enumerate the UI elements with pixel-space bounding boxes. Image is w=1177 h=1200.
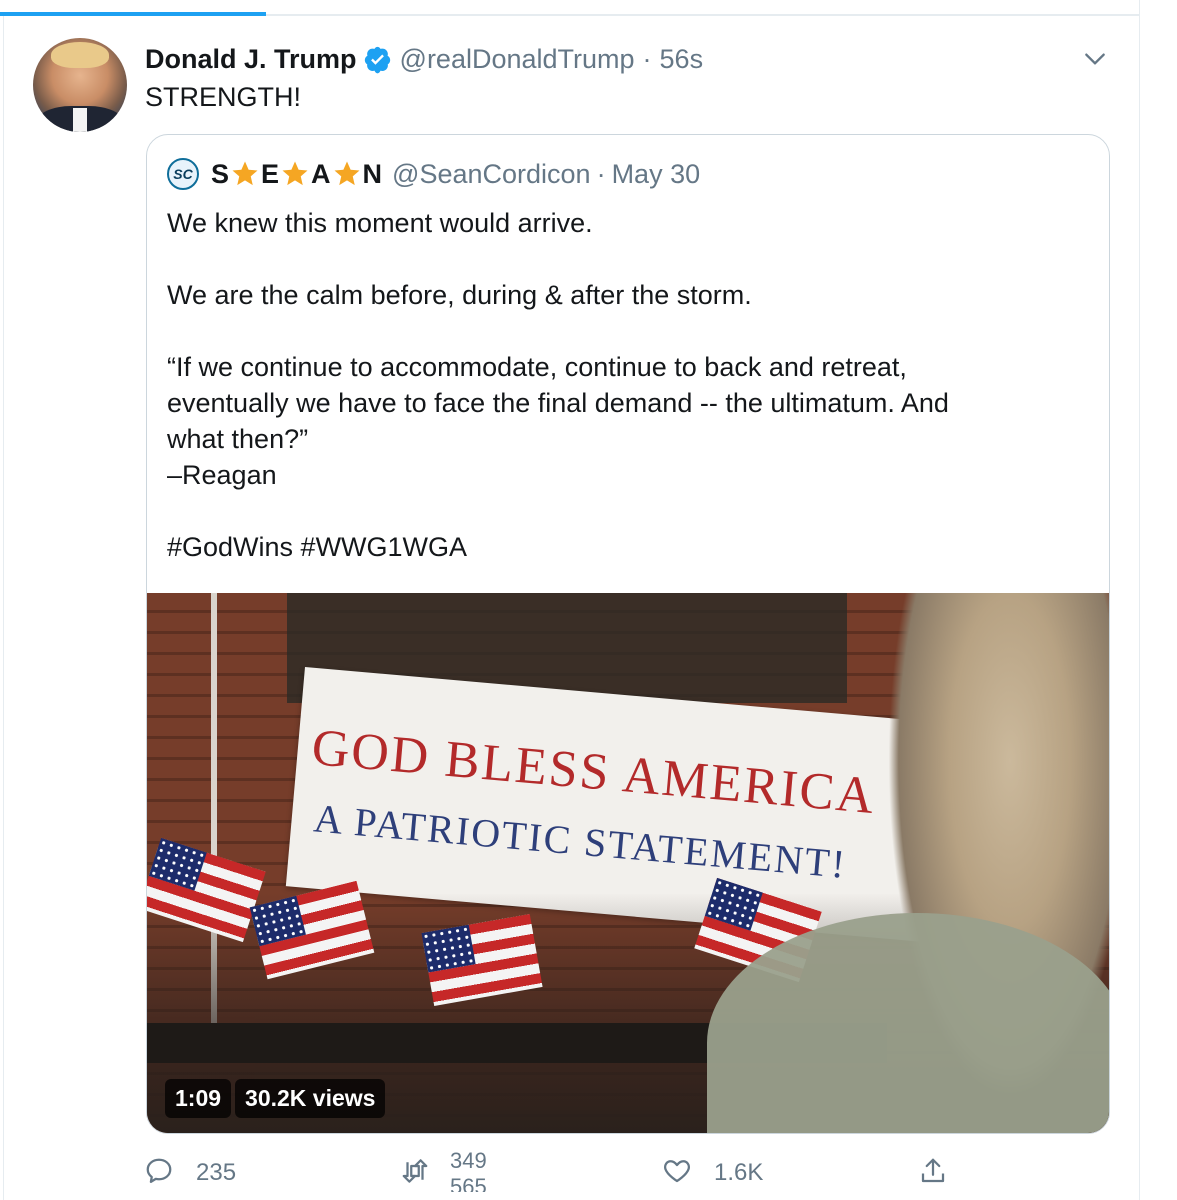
reply-count: 235 <box>196 1159 237 1186</box>
quote-line: –Reagan <box>167 460 277 490</box>
author-avatar[interactable] <box>33 38 127 132</box>
author-name[interactable]: Donald J. Trump <box>145 44 357 75</box>
verified-badge-icon <box>363 45 392 74</box>
quoted-tweet[interactable]: SC S E A N @SeanCordicon · May 30 We kne… <box>146 134 1110 1134</box>
retweet-button[interactable]: 349 565 <box>400 1148 487 1192</box>
retweet-icon <box>400 1156 430 1191</box>
tweet-timestamp[interactable]: 56s <box>660 44 704 75</box>
video-views: 30.2K views <box>235 1079 386 1118</box>
hashtags[interactable]: #GodWins #WWG1WGA <box>167 529 1087 565</box>
like-count: 1.6K <box>714 1159 764 1186</box>
share-icon <box>918 1156 948 1191</box>
quoted-author-avatar[interactable]: SC <box>167 158 199 190</box>
video-player[interactable]: GOD BLESS AMERICA A PATRIOTIC STATEMENT!… <box>147 593 1109 1133</box>
name-letter: S <box>211 158 230 189</box>
quoted-tweet-date[interactable]: May 30 <box>612 159 701 190</box>
separator-dot: · <box>596 158 606 189</box>
tweet-text: STRENGTH! <box>145 82 302 112</box>
heart-icon <box>662 1156 692 1191</box>
tweet-header: Donald J. Trump @realDonaldTrump · 56s <box>145 42 703 76</box>
quoted-author-name[interactable]: S E A N <box>211 159 382 190</box>
star-icon <box>332 159 362 189</box>
video-duration: 1:09 <box>165 1079 232 1118</box>
star-icon <box>230 159 260 189</box>
quote-line: We are the calm before, during & after t… <box>167 280 752 310</box>
quote-line: “If we continue to accommodate, continue… <box>167 352 907 382</box>
quote-line: what then?” <box>167 424 309 454</box>
star-icon <box>280 159 310 189</box>
reply-icon <box>144 1156 174 1191</box>
name-letter: N <box>362 158 383 189</box>
like-button[interactable]: 1.6K <box>662 1156 763 1190</box>
video-meta: 1:09 30.2K views <box>165 1079 386 1118</box>
quote-line: eventually we have to face the final dem… <box>167 388 949 418</box>
retweet-count: 349 565 <box>450 1148 487 1192</box>
quoted-tweet-text: We knew this moment would arrive. We are… <box>167 205 1087 565</box>
quoted-tweet-header: SC S E A N @SeanCordicon · May 30 <box>167 157 700 191</box>
tweet[interactable]: Donald J. Trump @realDonaldTrump · 56s S… <box>4 16 1139 1200</box>
separator-dot: · <box>642 43 652 74</box>
name-letter: E <box>261 158 280 189</box>
name-letter: A <box>311 158 331 189</box>
quote-line: We knew this moment would arrive. <box>167 208 593 238</box>
timeline-right-border <box>1139 0 1140 1200</box>
quoted-author-handle[interactable]: @SeanCordicon <box>392 159 591 190</box>
author-handle[interactable]: @realDonaldTrump <box>400 44 635 75</box>
reply-button[interactable]: 235 <box>144 1156 236 1190</box>
tweet-actions: 235 349 565 1.6K <box>4 1148 1139 1200</box>
chevron-down-icon[interactable] <box>1082 46 1108 72</box>
share-button[interactable] <box>918 1156 948 1190</box>
